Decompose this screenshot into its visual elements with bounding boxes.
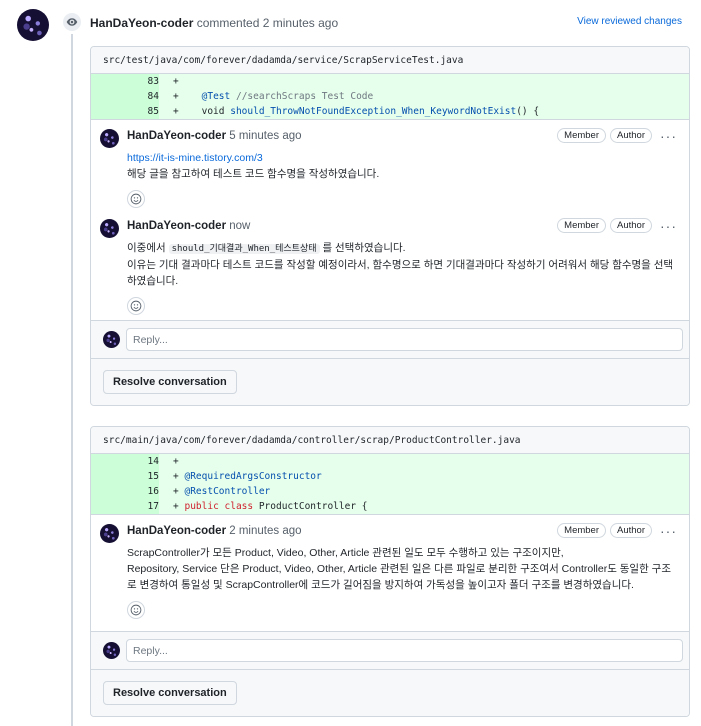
- comment-author[interactable]: HanDaYeon-coder: [127, 220, 226, 232]
- reply-input[interactable]: Reply...: [126, 328, 683, 351]
- inline-code: should_기대결과_When_테스트상태: [168, 244, 320, 254]
- author-badge: Author: [610, 523, 652, 538]
- line-number: 83: [91, 74, 159, 89]
- reply-row: Reply...: [91, 320, 689, 358]
- resolve-conversation-button[interactable]: Resolve conversation: [103, 681, 237, 705]
- diff-line: 17 + public class ProductController {: [91, 499, 689, 514]
- code-line: + public class ProductController {: [173, 501, 368, 512]
- file-path[interactable]: src/main/java/com/forever/dadamda/contro…: [91, 427, 689, 454]
- comment-text: 이중에서: [127, 242, 169, 254]
- header-action: commented 2 minutes ago: [196, 16, 339, 30]
- comment-text: 이유는 기대 결과마다 테스트 코드를 작성할 예정이라서, 함수명으로 하면 …: [127, 259, 674, 287]
- member-badge: Member: [557, 128, 606, 143]
- avatar: [103, 642, 120, 659]
- comment-text: ScrapController가 모든 Product, Video, Othe…: [127, 547, 564, 559]
- review-comment: HanDaYeon-coder now Member Author ··· 이중…: [91, 210, 689, 320]
- eye-icon: [61, 11, 83, 33]
- timeline-line: [71, 34, 73, 726]
- diff-line: 83 +: [91, 74, 689, 89]
- line-number: 15: [91, 469, 159, 484]
- line-number: 85: [91, 104, 159, 119]
- code-line: + @RestController: [173, 486, 271, 497]
- file-path[interactable]: src/test/java/com/forever/dadamda/servic…: [91, 47, 689, 74]
- comment-text: Repository, Service 단은 Product, Video, O…: [127, 563, 671, 591]
- code-line: + void should_ThrowNotFoundException_Whe…: [173, 106, 540, 117]
- line-number: 17: [91, 499, 159, 514]
- line-number: 84: [91, 89, 159, 104]
- diff-line: 15 + @RequiredArgsConstructor: [91, 469, 689, 484]
- comment-time[interactable]: 2 minutes ago: [229, 525, 301, 537]
- avatar: [103, 331, 120, 348]
- view-reviewed-changes-link[interactable]: View reviewed changes: [577, 16, 682, 27]
- diff-hunk: 83 + 84 + @Test //searchScraps Test Code…: [91, 74, 689, 119]
- comment-time[interactable]: now: [229, 220, 250, 232]
- comment-author[interactable]: HanDaYeon-coder: [127, 525, 226, 537]
- avatar[interactable]: [100, 524, 119, 543]
- reply-input[interactable]: Reply...: [126, 639, 683, 662]
- diff-line: 16 + @RestController: [91, 484, 689, 499]
- avatar[interactable]: [100, 219, 119, 238]
- smiley-icon[interactable]: [127, 601, 145, 619]
- review-thread: src/test/java/com/forever/dadamda/servic…: [90, 46, 690, 406]
- line-number: 14: [91, 454, 159, 469]
- resolve-row: Resolve conversation: [91, 358, 689, 405]
- smiley-icon[interactable]: [127, 190, 145, 208]
- author-badge: Author: [610, 218, 652, 233]
- reference-link[interactable]: https://it-is-mine.tistory.com/3: [127, 152, 263, 164]
- avatar[interactable]: [17, 9, 49, 41]
- header-author[interactable]: HanDaYeon-coder: [90, 16, 193, 30]
- comment-text: 를 선택하였습니다.: [319, 242, 406, 254]
- resolve-conversation-button[interactable]: Resolve conversation: [103, 370, 237, 394]
- member-badge: Member: [557, 523, 606, 538]
- more-options-icon[interactable]: ···: [660, 219, 677, 233]
- review-comment: HanDaYeon-coder 2 minutes ago Member Aut…: [91, 514, 689, 631]
- comment-time[interactable]: 5 minutes ago: [229, 130, 301, 142]
- diff-line: 84 + @Test //searchScraps Test Code: [91, 89, 689, 104]
- diff-line: 85 + void should_ThrowNotFoundException_…: [91, 104, 689, 119]
- line-number: 16: [91, 484, 159, 499]
- comment-author[interactable]: HanDaYeon-coder: [127, 130, 226, 142]
- comment-text: 해당 글을 참고하여 테스트 코드 함수명을 작성하였습니다.: [127, 168, 380, 180]
- member-badge: Member: [557, 218, 606, 233]
- review-comment: HanDaYeon-coder 5 minutes ago Member Aut…: [91, 119, 689, 210]
- code-line: + @RequiredArgsConstructor: [173, 471, 322, 482]
- smiley-icon[interactable]: [127, 297, 145, 315]
- timeline-header: HanDaYeon-coder commented 2 minutes ago: [90, 16, 338, 30]
- reply-row: Reply...: [91, 631, 689, 669]
- diff-hunk: 14 + 15 + @RequiredArgsConstructor 16 + …: [91, 454, 689, 514]
- resolve-row: Resolve conversation: [91, 669, 689, 716]
- code-line: +: [173, 76, 179, 87]
- more-options-icon[interactable]: ···: [660, 524, 677, 538]
- diff-line: 14 +: [91, 454, 689, 469]
- code-line: +: [173, 456, 179, 467]
- review-thread: src/main/java/com/forever/dadamda/contro…: [90, 426, 690, 717]
- author-badge: Author: [610, 128, 652, 143]
- avatar[interactable]: [100, 129, 119, 148]
- code-line: + @Test //searchScraps Test Code: [173, 91, 374, 102]
- more-options-icon[interactable]: ···: [660, 129, 677, 143]
